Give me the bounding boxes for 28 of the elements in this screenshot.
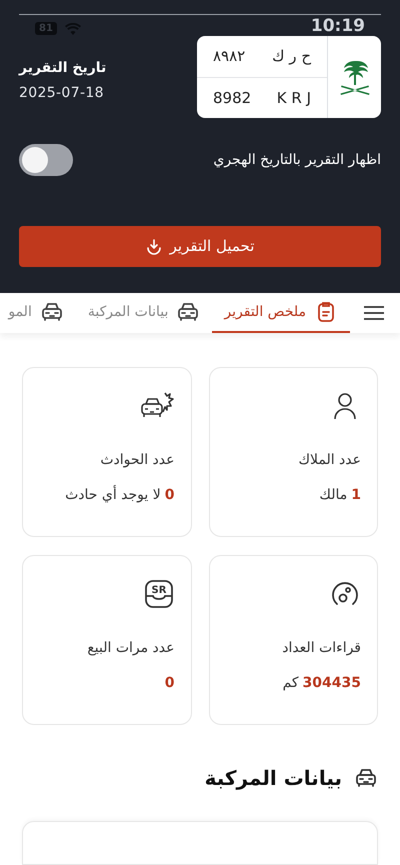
plate-arabic-letters: ح ر ك [272,46,311,67]
card-unit: كم [282,674,299,694]
report-tab[interactable]: بيانات المركبة [76,293,212,334]
report-date-value: 2025-07-18 [19,84,104,103]
card-unit: مالك [319,486,348,506]
report-date-label: تاريخ التقرير [19,59,106,78]
plate-latin-letters: K R J [276,88,311,108]
hijri-toggle[interactable] [19,144,73,176]
status-time: 10:19 [310,18,365,35]
card-label: عدد مرات البيع [87,639,174,658]
wifi-icon [64,22,81,34]
card-unit: لا يوجد أي حادث [65,485,161,506]
sr-tray-icon: SR [142,578,174,610]
download-report-button[interactable]: تحميل التقرير [19,226,381,267]
plate-arabic-digits: ٨٩٨٢ [213,46,246,67]
card-label: عدد الحوادث [100,451,174,470]
card-label: قراءات العداد [282,639,361,658]
hijri-toggle-label: اظهار التقرير بالتاريخ الهجري [213,150,381,170]
plate-latin-digits: 8982 [213,88,252,108]
section-title: بيانات المركبة [204,765,342,792]
card-value: 1 [351,486,361,506]
download-icon [146,238,162,254]
card-value: 0 [164,674,174,694]
card-label: عدد الملاك [298,451,361,470]
report-tab[interactable]: المو [0,293,76,334]
report-tab[interactable]: ملخص التقرير [212,293,350,334]
card-value: 0 [164,486,174,506]
card-value: 304435 [302,674,361,694]
